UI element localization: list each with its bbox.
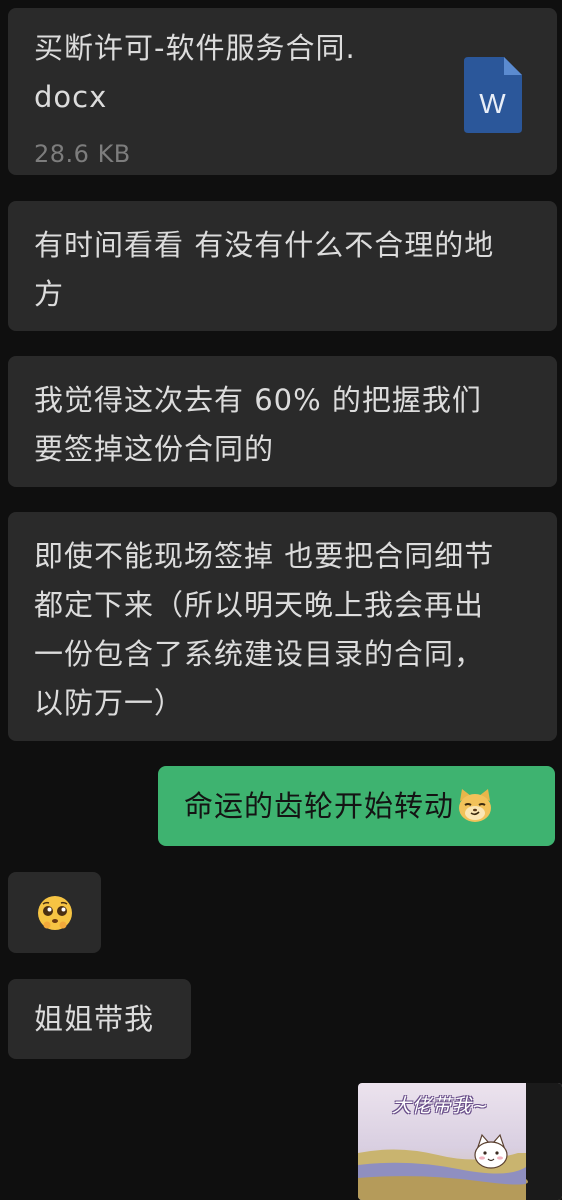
- sent-message-text: 命运的齿轮开始转动: [184, 789, 455, 823]
- received-message[interactable]: 即使不能现场签掉 也要把合同细节 都定下来（所以明天晚上我会再出 一份包含了系统…: [8, 512, 557, 741]
- message-text: 姐姐带我: [34, 1002, 155, 1036]
- word-document-icon: W: [464, 57, 522, 133]
- message-text: 有时间看看 有没有什么不合理的地 方: [34, 228, 495, 311]
- file-size: 28.6 KB: [34, 140, 131, 168]
- message-text: 即使不能现场签掉 也要把合同细节 都定下来（所以明天晚上我会再出 一份包含了系统…: [34, 539, 495, 720]
- message-text: 我觉得这次去有 60% 的把握我们 要签掉这份合同的: [34, 383, 482, 466]
- received-message[interactable]: 姐姐带我: [8, 979, 191, 1059]
- file-message[interactable]: 买断许可-软件服务合同. docx 28.6 KB W: [8, 8, 557, 175]
- pleading-face-emoji: [37, 895, 72, 930]
- received-message[interactable]: 我觉得这次去有 60% 的把握我们 要签掉这份合同的: [8, 356, 557, 487]
- file-name: 买断许可-软件服务合同. docx: [34, 31, 356, 114]
- received-message[interactable]: 有时间看看 有没有什么不合理的地 方: [8, 201, 557, 331]
- sent-message[interactable]: 命运的齿轮开始转动: [158, 766, 555, 846]
- chat-screen: 买断许可-软件服务合同. docx 28.6 KB W 有时间看看 有没有什么不…: [0, 0, 562, 1200]
- file-type-letter: W: [479, 87, 507, 119]
- doge-cat-emoji: [456, 787, 494, 825]
- sticker-caption: 大佬带我~: [392, 1095, 489, 1117]
- cat-sticker[interactable]: 大佬带我~: [358, 1083, 562, 1200]
- emoji-message[interactable]: [8, 872, 101, 953]
